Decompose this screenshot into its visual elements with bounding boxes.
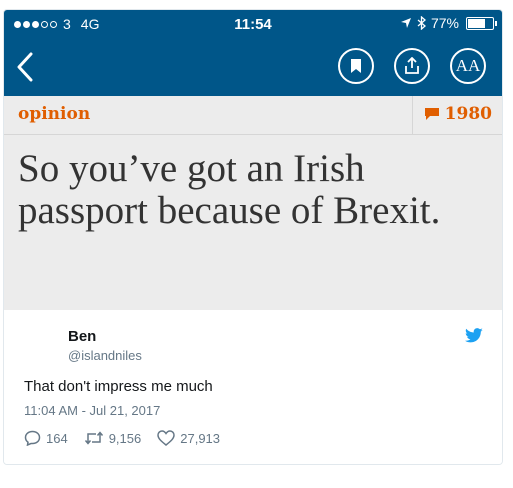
- battery-percent: 77%: [430, 15, 459, 31]
- comment-count-value: 1980: [444, 104, 492, 124]
- author-name[interactable]: Ben: [68, 328, 96, 345]
- author-handle[interactable]: @islandniles: [68, 348, 142, 363]
- article-header-row: opinion 1980: [4, 96, 502, 135]
- tweet-actions: 164 9,156 27,913: [24, 430, 220, 446]
- article-preview[interactable]: opinion 1980 So you’ve got an Irish pass…: [4, 96, 502, 310]
- location-arrow-icon: [400, 18, 411, 28]
- embedded-tweet-card: 3 4G 11:54 77% AA opinion 1980 So you’ve…: [3, 9, 503, 465]
- status-bar: 3 4G 11:54 77%: [4, 10, 502, 38]
- retweet-icon: [84, 431, 103, 445]
- reply-button[interactable]: 164: [24, 430, 68, 446]
- bookmark-icon: [351, 59, 361, 73]
- comment-bubble-icon: [424, 108, 439, 120]
- text-size-icon: AA: [455, 56, 481, 75]
- reply-count: 164: [46, 430, 68, 446]
- share-icon: [405, 57, 419, 74]
- nav-bar: AA: [4, 38, 502, 96]
- tweet-text: That don't impress me much: [24, 378, 213, 395]
- retweet-button[interactable]: 9,156: [84, 430, 142, 446]
- twitter-bird-icon[interactable]: [464, 328, 484, 344]
- header-divider: [412, 96, 413, 134]
- back-chevron-icon[interactable]: [16, 52, 34, 82]
- avatar[interactable]: [18, 324, 62, 368]
- tweet-timestamp[interactable]: 11:04 AM - Jul 21, 2017: [24, 403, 160, 418]
- battery-icon: [466, 16, 497, 30]
- reply-icon: [24, 430, 41, 446]
- text-size-button[interactable]: AA: [450, 48, 486, 84]
- status-right: 77%: [400, 15, 497, 31]
- tweet: Ben @islandniles That don't impress me m…: [4, 310, 502, 464]
- bluetooth-icon: [417, 16, 426, 30]
- article-kicker: opinion: [18, 104, 91, 124]
- like-count: 27,913: [180, 430, 221, 446]
- share-button[interactable]: [394, 48, 430, 84]
- retweet-count: 9,156: [108, 430, 142, 446]
- comment-count[interactable]: 1980: [424, 104, 492, 124]
- heart-icon: [157, 430, 176, 446]
- bookmark-button[interactable]: [338, 48, 374, 84]
- article-headline: So you’ve got an Irish passport because …: [18, 147, 441, 232]
- like-button[interactable]: 27,913: [157, 430, 220, 446]
